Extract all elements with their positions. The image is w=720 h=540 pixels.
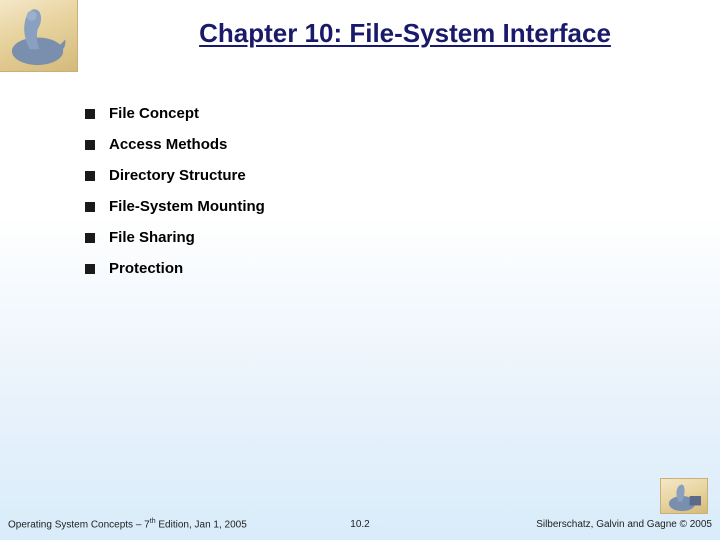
footer-right-text: Silberschatz, Galvin and Gagne © 2005: [536, 519, 712, 530]
square-bullet-icon: [85, 140, 95, 150]
bullet-label: Access Methods: [109, 136, 227, 153]
book-logo-top: [0, 0, 78, 72]
bullet-label: File-System Mounting: [109, 198, 265, 215]
list-item: Access Methods: [85, 136, 680, 153]
dinosaur-small-icon: [661, 479, 707, 513]
square-bullet-icon: [85, 109, 95, 119]
square-bullet-icon: [85, 264, 95, 274]
slide-title: Chapter 10: File-System Interface: [110, 18, 700, 49]
bullet-list: File Concept Access Methods Directory St…: [85, 105, 680, 291]
square-bullet-icon: [85, 171, 95, 181]
footer-left-text: Operating System Concepts – 7th Edition,…: [8, 518, 247, 530]
list-item: File Sharing: [85, 229, 680, 246]
square-bullet-icon: [85, 233, 95, 243]
bullet-label: File Concept: [109, 105, 199, 122]
slide-footer: Operating System Concepts – 7th Edition,…: [0, 510, 720, 530]
bullet-label: Protection: [109, 260, 183, 277]
slide-number: 10.2: [350, 519, 369, 530]
square-bullet-icon: [85, 202, 95, 212]
list-item: Directory Structure: [85, 167, 680, 184]
list-item: File Concept: [85, 105, 680, 122]
bullet-label: File Sharing: [109, 229, 195, 246]
book-logo-bottom: [660, 478, 708, 514]
list-item: Protection: [85, 260, 680, 277]
list-item: File-System Mounting: [85, 198, 680, 215]
bullet-label: Directory Structure: [109, 167, 246, 184]
dinosaur-icon: [0, 0, 77, 71]
